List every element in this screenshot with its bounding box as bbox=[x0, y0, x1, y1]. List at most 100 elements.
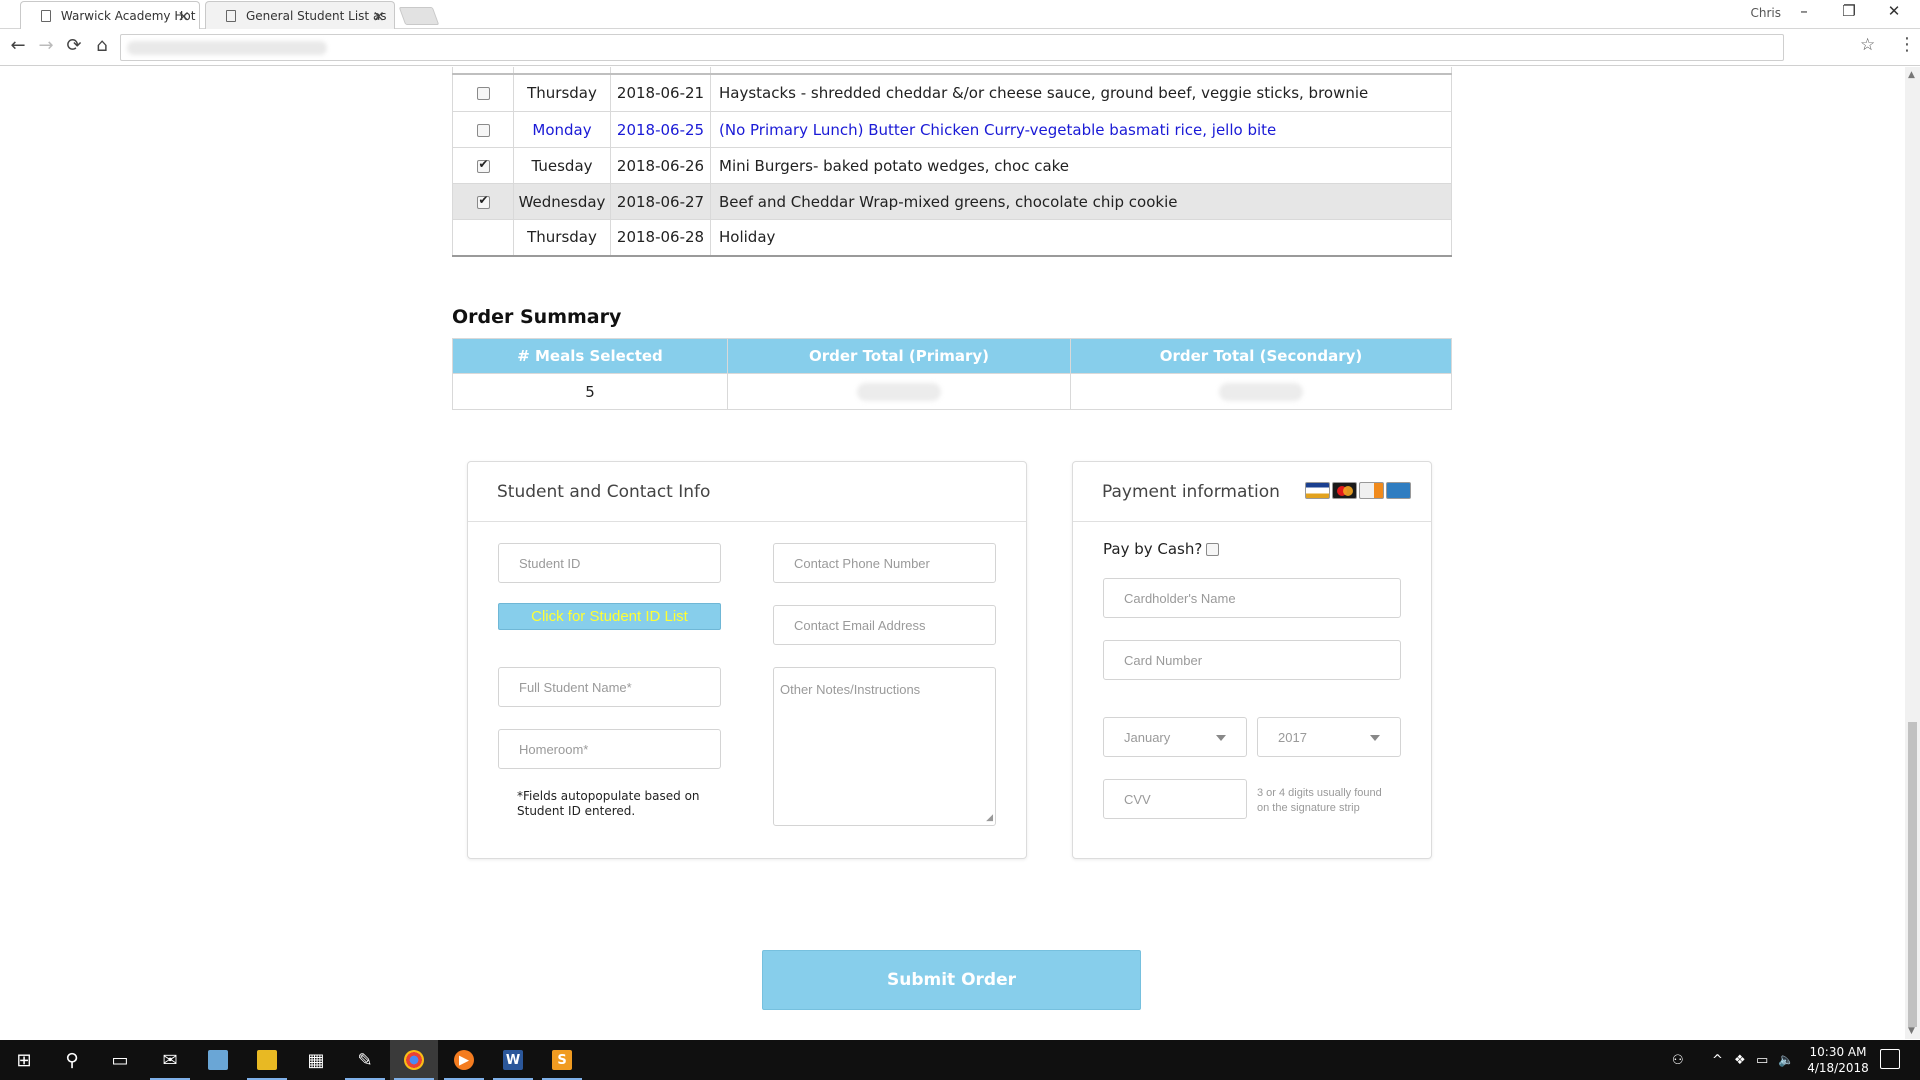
meal-day: Wednesday bbox=[513, 183, 611, 220]
url-input[interactable] bbox=[120, 34, 1784, 61]
calculator-icon[interactable]: ▦ bbox=[292, 1040, 340, 1080]
meal-description: Mini Burgers- baked potato wedges, choc … bbox=[710, 147, 1452, 184]
summary-value-row: 5 bbox=[452, 373, 1452, 410]
tab-general-student-list[interactable]: General Student List as o × bbox=[205, 1, 395, 29]
meal-selection-table: Thursday 2018-06-21 Haystacks - shredded… bbox=[452, 67, 1452, 257]
close-window-icon[interactable]: ✕ bbox=[1874, 2, 1914, 20]
close-tab-icon[interactable]: × bbox=[372, 7, 385, 25]
tab-warwick-academy[interactable]: Warwick Academy Hot Lu × bbox=[20, 1, 200, 30]
discover-card-icon bbox=[1359, 482, 1384, 499]
scroll-down-icon[interactable]: ▼ bbox=[1908, 1026, 1915, 1036]
menu-kebab-icon[interactable]: ⋮ bbox=[1898, 34, 1916, 55]
home-icon[interactable]: ⌂ bbox=[90, 35, 114, 56]
restore-icon[interactable]: ❐ bbox=[1829, 2, 1869, 20]
minimize-icon[interactable]: – bbox=[1784, 2, 1824, 20]
clock-date: 4/18/2018 bbox=[1807, 1061, 1869, 1075]
table-row: Wednesday 2018-06-27 Beef and Cheddar Wr… bbox=[452, 183, 1452, 220]
student-id-input[interactable]: Student ID bbox=[498, 543, 721, 583]
meals-selected-value: 5 bbox=[452, 373, 728, 410]
autopopulate-note-line: Student ID entered. bbox=[517, 804, 636, 818]
notes-placeholder: Other Notes/Instructions bbox=[780, 682, 921, 697]
student-contact-panel: Student and Contact Info Student ID Clic… bbox=[467, 461, 1027, 859]
order-total-secondary-value bbox=[1070, 373, 1452, 410]
card-number-input[interactable]: Card Number bbox=[1103, 640, 1401, 680]
clock-time: 10:30 AM bbox=[1809, 1045, 1867, 1059]
meal-day: Tuesday bbox=[513, 147, 611, 184]
expiry-year-select[interactable]: 2017 bbox=[1257, 717, 1401, 757]
submit-order-button[interactable]: Submit Order bbox=[762, 950, 1141, 1010]
page-scrollbar[interactable]: ▲ ▼ bbox=[1905, 67, 1920, 1039]
table-row: Tuesday 2018-06-26 Mini Burgers- baked p… bbox=[452, 147, 1452, 184]
student-contact-heading: Student and Contact Info bbox=[468, 462, 1026, 522]
media-player-icon[interactable]: ▶ bbox=[440, 1040, 488, 1080]
notes-app-icon[interactable] bbox=[194, 1040, 242, 1080]
pay-by-cash-checkbox[interactable] bbox=[1206, 542, 1220, 556]
mail-app-icon[interactable]: ✉ bbox=[146, 1040, 194, 1080]
task-view-icon[interactable]: ▭ bbox=[96, 1040, 144, 1080]
close-tab-icon[interactable]: × bbox=[177, 7, 190, 25]
people-icon[interactable]: ⚇ bbox=[1672, 1040, 1684, 1080]
page-content: Thursday 2018-06-21 Haystacks - shredded… bbox=[0, 67, 1905, 1039]
cvv-hint-line: on the signature strip bbox=[1257, 802, 1360, 814]
expiry-year-value: 2017 bbox=[1278, 729, 1307, 745]
mastercard-icon bbox=[1332, 482, 1357, 499]
meal-day: Thursday bbox=[513, 219, 611, 257]
tray-chevron-icon[interactable]: ^ bbox=[1712, 1040, 1723, 1080]
payment-heading: Payment information bbox=[1102, 481, 1280, 502]
resize-handle-icon[interactable]: ◢ bbox=[986, 812, 993, 823]
chevron-down-icon bbox=[1370, 735, 1380, 741]
notes-textarea[interactable]: Other Notes/Instructions ◢ bbox=[773, 667, 996, 826]
cvv-input[interactable]: CVV bbox=[1103, 779, 1247, 819]
file-explorer-icon[interactable] bbox=[243, 1040, 291, 1080]
amex-card-icon bbox=[1386, 482, 1411, 499]
meal-description: Beef and Cheddar Wrap-mixed greens, choc… bbox=[710, 183, 1452, 220]
blurred-value bbox=[857, 382, 941, 401]
taskbar-clock[interactable]: 10:30 AM 4/18/2018 bbox=[1798, 1044, 1878, 1076]
autopopulate-note-line: *Fields autopopulate based on bbox=[517, 789, 700, 803]
full-student-name-input[interactable]: Full Student Name* bbox=[498, 667, 721, 707]
sublime-text-icon[interactable]: S bbox=[538, 1040, 586, 1080]
network-icon[interactable]: ▭ bbox=[1756, 1040, 1768, 1080]
order-total-secondary-header: Order Total (Secondary) bbox=[1070, 338, 1452, 374]
bookmark-star-icon[interactable]: ☆ bbox=[1860, 35, 1875, 55]
chrome-browser-icon[interactable] bbox=[390, 1040, 438, 1080]
dropbox-icon[interactable]: ❖ bbox=[1734, 1040, 1746, 1080]
meal-checkbox-checked[interactable] bbox=[476, 157, 490, 173]
visa-card-icon bbox=[1305, 482, 1330, 499]
meal-date: 2018-06-21 bbox=[610, 73, 711, 112]
volume-icon[interactable]: 🔈 bbox=[1778, 1040, 1794, 1080]
reload-icon[interactable]: ⟳ bbox=[62, 35, 86, 56]
order-summary-table: # Meals Selected Order Total (Primary) O… bbox=[452, 338, 1452, 410]
profile-name[interactable]: Chris bbox=[1750, 6, 1781, 20]
contact-phone-input[interactable]: Contact Phone Number bbox=[773, 543, 996, 583]
meal-date: 2018-06-27 bbox=[610, 183, 711, 220]
cardholder-name-input[interactable]: Cardholder's Name bbox=[1103, 578, 1401, 618]
scroll-up-icon[interactable]: ▲ bbox=[1908, 70, 1915, 80]
student-id-list-button[interactable]: Click for Student ID List bbox=[498, 603, 721, 630]
forward-arrow-icon[interactable]: → bbox=[34, 35, 58, 56]
search-icon[interactable]: ⚲ bbox=[48, 1040, 96, 1080]
card-logos bbox=[1305, 482, 1411, 499]
scrollbar-thumb[interactable] bbox=[1908, 722, 1917, 1027]
contact-email-input[interactable]: Contact Email Address bbox=[773, 605, 996, 645]
homeroom-input[interactable]: Homeroom* bbox=[498, 729, 721, 769]
meal-checkbox[interactable] bbox=[476, 86, 490, 100]
paint-app-icon[interactable]: ✎ bbox=[341, 1040, 389, 1080]
back-arrow-icon[interactable]: ← bbox=[6, 35, 30, 56]
action-center-icon[interactable] bbox=[1880, 1049, 1900, 1069]
autopopulate-note: *Fields autopopulate based on Student ID… bbox=[517, 789, 700, 819]
payment-heading-row: Payment information bbox=[1073, 462, 1431, 522]
meal-date: 2018-06-25 bbox=[610, 111, 711, 148]
table-row: Thursday 2018-06-21 Haystacks - shredded… bbox=[452, 73, 1452, 112]
meal-checkbox-checked[interactable] bbox=[476, 193, 490, 209]
table-row: Monday 2018-06-25 (No Primary Lunch) But… bbox=[452, 111, 1452, 148]
table-row: Thursday 2018-06-28 Holiday bbox=[452, 219, 1452, 257]
meal-checkbox[interactable] bbox=[476, 123, 490, 137]
meal-description: Holiday bbox=[710, 219, 1452, 257]
browser-tab-bar: Warwick Academy Hot Lu × General Student… bbox=[0, 0, 1920, 30]
page-icon bbox=[226, 9, 236, 22]
word-app-icon[interactable]: W bbox=[489, 1040, 537, 1080]
expiry-month-select[interactable]: January bbox=[1103, 717, 1247, 757]
new-tab-button[interactable] bbox=[398, 7, 440, 25]
start-windows-icon[interactable]: ⊞ bbox=[0, 1040, 48, 1080]
